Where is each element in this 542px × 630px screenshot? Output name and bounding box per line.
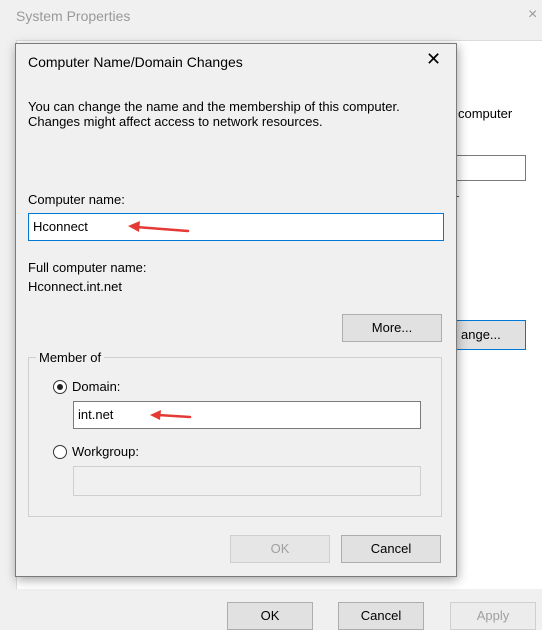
system-properties-title: System Properties [16, 8, 131, 24]
system-properties-cancel-button[interactable]: Cancel [338, 602, 424, 630]
more-button[interactable]: More... [342, 314, 442, 342]
ok-button[interactable]: OK [230, 535, 330, 563]
change-button[interactable]: ange... [456, 320, 526, 350]
domain-input[interactable]: int.net [73, 401, 421, 429]
close-icon[interactable]: ✕ [426, 49, 441, 69]
annotation-arrow-icon [150, 410, 192, 420]
system-properties-apply-button[interactable]: Apply [450, 602, 536, 630]
cancel-button[interactable]: Cancel [341, 535, 441, 563]
dialog-description: You can change the name and the membersh… [28, 99, 400, 129]
system-properties-ok-button[interactable]: OK [227, 602, 313, 630]
workgroup-label: Workgroup: [72, 444, 139, 459]
computer-description-input[interactable] [456, 155, 526, 181]
annotation-arrow-icon [128, 221, 190, 233]
computer-name-input[interactable]: Hconnect [28, 213, 444, 241]
workgroup-input[interactable] [73, 466, 421, 496]
workgroup-radio[interactable] [53, 445, 67, 459]
dialog-title: Computer Name/Domain Changes [28, 54, 243, 70]
domain-radio[interactable] [53, 380, 67, 394]
system-properties-close-icon[interactable]: × [528, 6, 537, 24]
computer-name-label: Computer name: [28, 192, 125, 207]
computer-name-dialog: Computer Name/Domain Changes ✕ You can c… [15, 43, 457, 577]
full-computer-name-value: Hconnect.int.net [28, 279, 122, 294]
domain-label: Domain: [72, 379, 121, 394]
member-of-legend: Member of [36, 350, 105, 365]
full-computer-name-label: Full computer name: [28, 260, 147, 275]
computer-description-fragment: computer [458, 106, 513, 121]
